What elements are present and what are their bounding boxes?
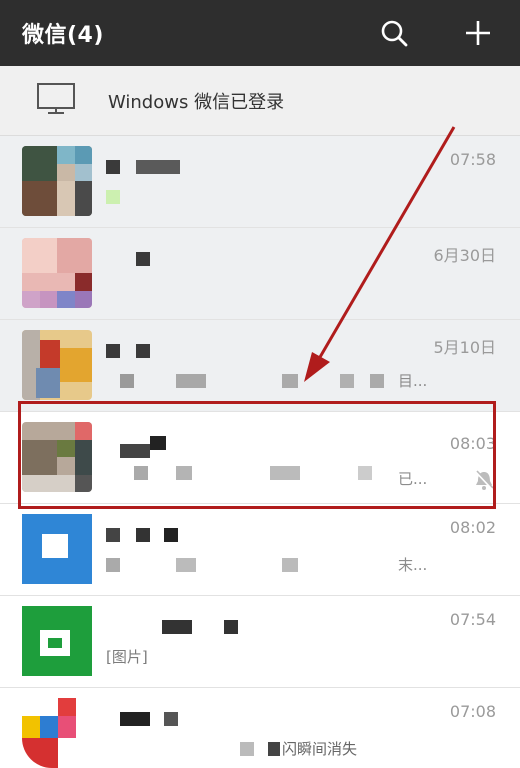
search-icon bbox=[381, 20, 408, 47]
avatar bbox=[22, 514, 92, 584]
chat-row[interactable]: 闪瞬间消失 07:08 bbox=[0, 688, 520, 768]
avatar bbox=[22, 422, 92, 492]
chat-time: 5月10日 bbox=[433, 338, 496, 357]
chat-time: 08:02 bbox=[449, 518, 496, 537]
chat-time: 07:58 bbox=[449, 150, 496, 169]
message-snippet: 闪瞬间消失 bbox=[282, 740, 358, 758]
chat-list: 07:58 6月30日 目... 5月10日 已... 08:03 末... 0… bbox=[0, 136, 520, 768]
chat-row[interactable]: 07:58 bbox=[0, 136, 520, 228]
search-button[interactable] bbox=[374, 13, 414, 53]
chat-row[interactable]: [图片] 07:54 bbox=[0, 596, 520, 688]
add-button[interactable] bbox=[458, 13, 498, 53]
avatar bbox=[22, 146, 92, 216]
chat-row[interactable]: 6月30日 bbox=[0, 228, 520, 320]
desktop-login-text: Windows 微信已登录 bbox=[108, 92, 285, 113]
avatar bbox=[22, 606, 92, 676]
avatar bbox=[22, 330, 92, 400]
message-snippet: 已... bbox=[398, 470, 428, 488]
desktop-login-banner[interactable]: Windows 微信已登录 bbox=[0, 66, 520, 136]
chat-row[interactable]: 目... 5月10日 bbox=[0, 320, 520, 412]
message-snippet: 末... bbox=[398, 556, 428, 574]
avatar bbox=[22, 238, 92, 308]
message-snippet: [图片] bbox=[106, 648, 148, 666]
chat-row[interactable]: 已... 08:03 bbox=[0, 412, 520, 504]
chat-time: 07:08 bbox=[449, 702, 496, 721]
chat-time: 6月30日 bbox=[433, 246, 496, 265]
page-title: 微信(4) bbox=[22, 23, 104, 48]
avatar bbox=[22, 698, 92, 768]
mute-bell-icon bbox=[475, 470, 494, 490]
desktop-monitor-icon bbox=[37, 83, 75, 114]
app-header: 微信(4) bbox=[0, 0, 520, 66]
chat-row[interactable]: 末... 08:02 bbox=[0, 504, 520, 596]
chat-time: 08:03 bbox=[449, 434, 496, 453]
plus-icon bbox=[466, 21, 490, 45]
chat-time: 07:54 bbox=[449, 610, 496, 629]
message-snippet: 目... bbox=[398, 372, 428, 390]
